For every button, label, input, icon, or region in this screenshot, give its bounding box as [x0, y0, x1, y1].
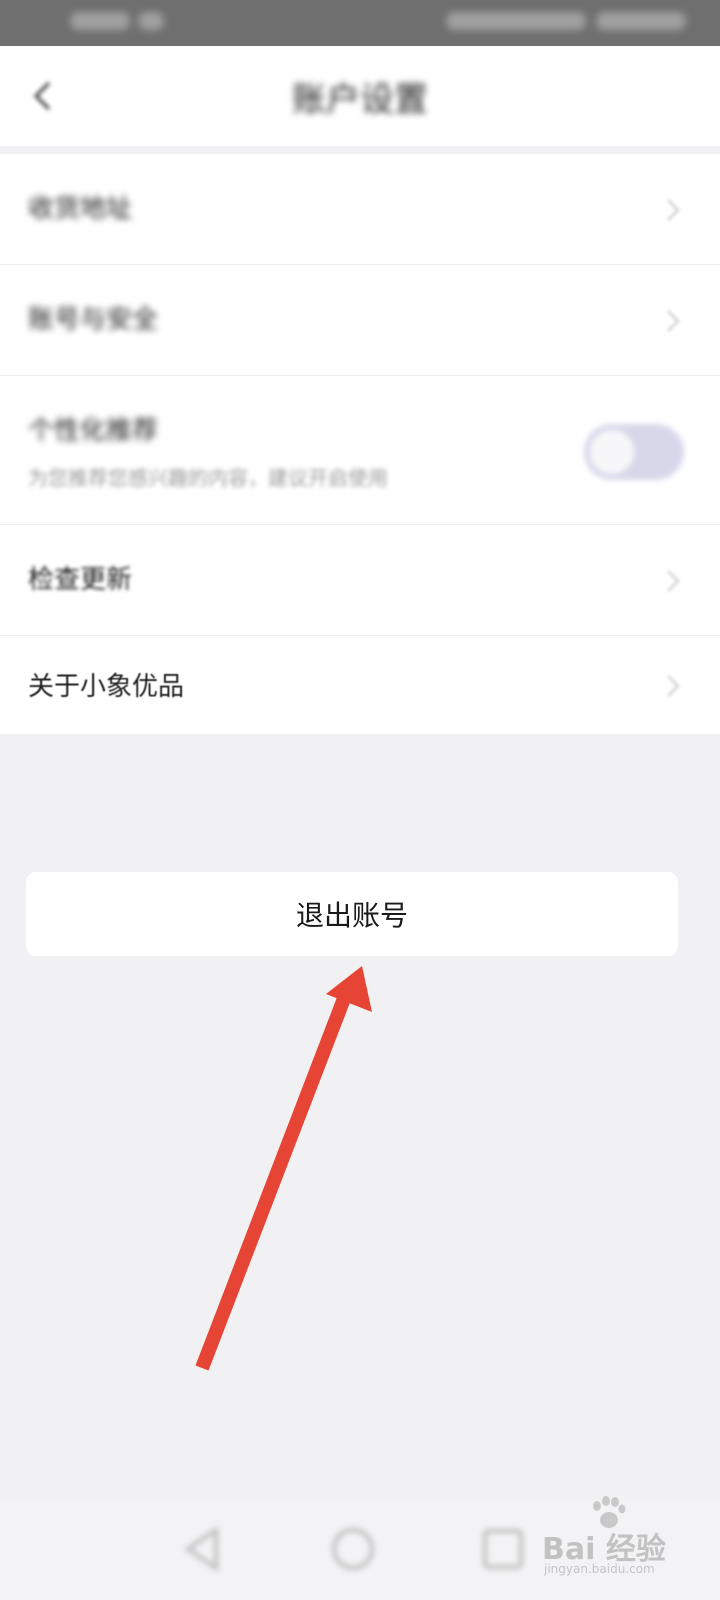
settings-item-address[interactable]: 收货地址 — [0, 154, 720, 265]
nav-home-icon[interactable] — [318, 1514, 388, 1584]
watermark-site: jingyan.baidu.com — [544, 1562, 655, 1576]
page-title: 账户设置 — [292, 80, 428, 120]
annotation-arrow-shaft — [195, 993, 352, 1371]
settings-item-label: 账号与安全 — [28, 305, 159, 335]
settings-item-account-security[interactable]: 账号与安全 — [0, 265, 720, 376]
settings-item-about[interactable]: 关于小象优品 — [0, 636, 720, 734]
settings-item-label: 检查更新 — [28, 565, 133, 595]
settings-item-label: 关于小象优品 — [28, 672, 185, 702]
status-info-blur — [138, 12, 164, 30]
chevron-right-icon — [667, 570, 680, 592]
baidu-jingyan-watermark: Bai 经验 jingyan.baidu.com — [542, 1496, 692, 1586]
settings-item-check-update[interactable]: 检查更新 — [0, 525, 720, 636]
chevron-right-icon — [667, 310, 680, 332]
status-icons-blur — [446, 12, 586, 30]
chevron-right-icon — [667, 199, 680, 221]
settings-item-label: 个性化推荐 — [28, 416, 159, 446]
nav-recents-icon[interactable] — [468, 1514, 538, 1584]
app-header: 账户设置 — [0, 46, 720, 146]
recommend-toggle[interactable] — [584, 424, 684, 480]
annotation-arrow-head — [326, 966, 372, 1012]
logout-button[interactable]: 退出账号 — [26, 872, 678, 956]
battery-icon — [596, 12, 686, 30]
chevron-right-icon — [667, 675, 680, 697]
settings-item-label: 收货地址 — [28, 194, 133, 224]
status-bar — [0, 0, 720, 46]
nav-back-icon[interactable] — [168, 1514, 238, 1584]
settings-item-personalized-recommend: 个性化推荐 为您推荐您感兴趣的内容，建议开启使用 — [0, 376, 720, 525]
settings-item-subtitle: 为您推荐您感兴趣的内容，建议开启使用 — [28, 466, 388, 490]
toggle-knob — [590, 430, 634, 474]
status-time-blur — [70, 12, 130, 30]
settings-list: 收货地址 账号与安全 个性化推荐 为您推荐您感兴趣的内容，建议开启使用 检查更新… — [0, 154, 720, 734]
